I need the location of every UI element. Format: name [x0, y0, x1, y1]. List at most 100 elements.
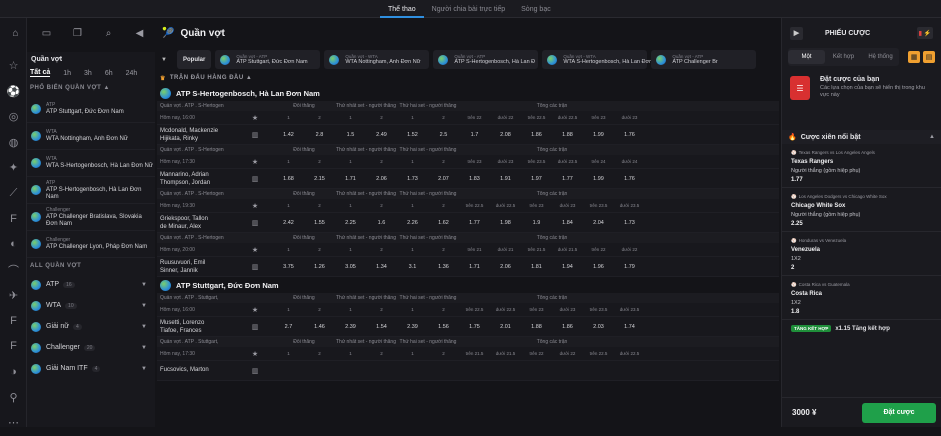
search-icon[interactable]: ⌕	[93, 28, 124, 39]
parlay-pick[interactable]: ⚾ Texas Rangers vs Los Angeles Angels Texa…	[782, 144, 941, 188]
popular-button[interactable]: Popular	[177, 50, 212, 69]
odds-button[interactable]: 1.56	[428, 324, 459, 330]
player-name[interactable]: de Minaur, Alex	[160, 224, 249, 230]
favorite-card[interactable]: Quần vợt - ATP ATP Challenger Br	[651, 50, 757, 69]
time-tab[interactable]: 3h	[84, 70, 92, 77]
chevron-down-icon[interactable]: ▼	[141, 324, 147, 330]
odds-button[interactable]: 2.39	[335, 324, 366, 330]
time-tab[interactable]: 24h	[126, 70, 138, 77]
odds-button[interactable]: 2.01	[490, 324, 521, 330]
player-name[interactable]: Tiafoe, Frances	[160, 328, 249, 334]
sidebar-all-item[interactable]: WTA 10 ▼	[27, 295, 155, 316]
stats-icon[interactable]: ▥	[249, 263, 261, 271]
stats-icon[interactable]: ▥	[249, 219, 261, 227]
odds-button[interactable]: 2.8	[304, 132, 335, 138]
odds-button[interactable]: 2.06	[490, 264, 521, 270]
parlay-pick[interactable]: ⚾ Los Angeles Dodgers vs Chicago White So…	[782, 188, 941, 232]
odds-button[interactable]: 2.26	[397, 220, 428, 226]
parlay-pick[interactable]: ⚾ Honduras vs Venezuela Venezuela 1X2 2	[782, 232, 941, 276]
player-name[interactable]: Thompson, Jordan	[160, 180, 249, 186]
odds-button[interactable]: 1.55	[304, 220, 335, 226]
stats-icon[interactable]: ▥	[249, 367, 261, 375]
player-name[interactable]: Fucsovics, Marton	[160, 367, 249, 373]
odds-button[interactable]: 1.77	[552, 176, 583, 182]
star-icon[interactable]: ★	[249, 158, 261, 166]
chevron-down-icon[interactable]: ▼	[141, 282, 147, 288]
sidebar-popular-item[interactable]: Challenger ATP Challenger Lyon, Pháp Đơn …	[27, 231, 155, 258]
odds-button[interactable]: 1.46	[304, 324, 335, 330]
favorite-card[interactable]: Quần vợt - ATP ATP Stuttgart, Đức Đơn Nam	[215, 50, 321, 69]
odds-button[interactable]: 2.06	[366, 176, 397, 182]
slip-settings-icon[interactable]: ▮ ⚡	[917, 27, 933, 39]
star-icon[interactable]: ★	[249, 246, 261, 254]
more-icon[interactable]: ⋯	[0, 410, 27, 436]
odds-button[interactable]: 1.5	[335, 132, 366, 138]
odds-button[interactable]: 1.52	[397, 132, 428, 138]
odds-button[interactable]: 2.04	[583, 220, 614, 226]
odds-button[interactable]: 1.36	[428, 264, 459, 270]
copy-icon[interactable]: ❐	[62, 28, 93, 39]
home-icon[interactable]: ⌂	[0, 28, 31, 39]
favorite-card[interactable]: Quần vợt - WTA WTA S-Hertogenbosch, Hà La…	[542, 50, 652, 69]
hockey-icon[interactable]: ⟋	[0, 181, 27, 207]
sidebar-all-item[interactable]: Giải nữ 4 ▼	[27, 316, 155, 337]
odds-button[interactable]: 1.74	[614, 324, 645, 330]
odds-button[interactable]: 1.76	[614, 176, 645, 182]
odds-button[interactable]: 1.54	[366, 324, 397, 330]
fifa2-icon[interactable]: F	[0, 308, 27, 334]
odds-button[interactable]: 2.49	[366, 132, 397, 138]
odds-button[interactable]: 1.73	[397, 176, 428, 182]
ticket-icon[interactable]: ▦	[908, 51, 920, 63]
chevron-down-icon[interactable]: ▼	[141, 366, 147, 372]
time-tab[interactable]: Tất cả	[30, 69, 51, 77]
odds-button[interactable]: 2.7	[273, 324, 304, 330]
odds-button[interactable]: 2.5	[428, 132, 459, 138]
odds-button[interactable]: 2.42	[273, 220, 304, 226]
player-name[interactable]: Musetti, Lorenzo	[160, 320, 249, 326]
odds-button[interactable]: 2.25	[335, 220, 366, 226]
chevron-down-icon[interactable]: ▼	[141, 345, 147, 351]
chevron-down-icon[interactable]: ▼	[161, 57, 173, 63]
tournament-header[interactable]: ATP S-Hertogenbosch, Hà Lan Đơn Nam	[157, 85, 779, 101]
odds-button[interactable]: 1.79	[614, 264, 645, 270]
pingpong-icon[interactable]: ◑	[0, 359, 27, 385]
sidebar-popular-item[interactable]: Challenger ATP Challenger Bratislava, Slo…	[27, 204, 155, 231]
sidebar-all-item[interactable]: Giải Nam ITF 4 ▼	[27, 358, 155, 379]
tournament-header[interactable]: ATP Stuttgart, Đức Đơn Nam	[157, 277, 779, 293]
volleyball-icon[interactable]: ◐	[0, 232, 27, 258]
player-name[interactable]: Sinner, Jannik	[160, 268, 249, 274]
slip-tab[interactable]: Hệ thống	[862, 50, 899, 64]
odds-button[interactable]: 1.42	[273, 132, 304, 138]
fifa3-icon[interactable]: F	[0, 334, 27, 360]
odds-button[interactable]: 1.83	[459, 176, 490, 182]
sidebar-all-item[interactable]: ATP 16 ▼	[27, 274, 155, 295]
odds-button[interactable]: 2.07	[428, 176, 459, 182]
sidebar-popular-item[interactable]: ATP ATP S-Hertogenbosch, Hà Lan Đơn Nam	[27, 177, 155, 204]
parlay-pick[interactable]: ⚾ Costa Rica vs Guatemala Costa Rica 1X2 1.8	[782, 276, 941, 320]
player-name[interactable]: Mcdonald, Mackenzie	[160, 128, 249, 134]
baseball-icon[interactable]: ⌒	[0, 257, 27, 283]
odds-button[interactable]: 2.08	[490, 132, 521, 138]
odds-button[interactable]: 1.81	[521, 264, 552, 270]
star-icon[interactable]: ★	[249, 202, 261, 210]
odds-button[interactable]: 1.84	[552, 220, 583, 226]
odds-button[interactable]: 1.7	[459, 132, 490, 138]
live-icon[interactable]: ▭	[31, 28, 62, 39]
top-tab[interactable]: Người chia bài trực tiếp	[424, 0, 514, 18]
odds-button[interactable]: 1.96	[583, 264, 614, 270]
expand-icon[interactable]: ▶	[790, 26, 803, 40]
odds-button[interactable]: 1.9	[521, 220, 552, 226]
odds-button[interactable]: 1.6	[366, 220, 397, 226]
odds-button[interactable]: 1.68	[273, 176, 304, 182]
odds-button[interactable]: 3.75	[273, 264, 304, 270]
basketball-icon[interactable]: ◍	[0, 130, 27, 156]
sidebar-popular-item[interactable]: WTA WTA Nottingham, Anh Đơn Nữ	[27, 123, 155, 150]
stats-icon[interactable]: ▥	[249, 131, 261, 139]
odds-button[interactable]: 1.62	[428, 220, 459, 226]
sidebar-popular-item[interactable]: ATP ATP Stuttgart, Đức Đơn Nam	[27, 96, 155, 123]
esports-icon[interactable]: ✦	[0, 155, 27, 181]
odds-button[interactable]: 1.75	[459, 324, 490, 330]
odds-button[interactable]: 1.71	[335, 176, 366, 182]
odds-button[interactable]: 1.77	[459, 220, 490, 226]
odds-button[interactable]: 1.34	[366, 264, 397, 270]
